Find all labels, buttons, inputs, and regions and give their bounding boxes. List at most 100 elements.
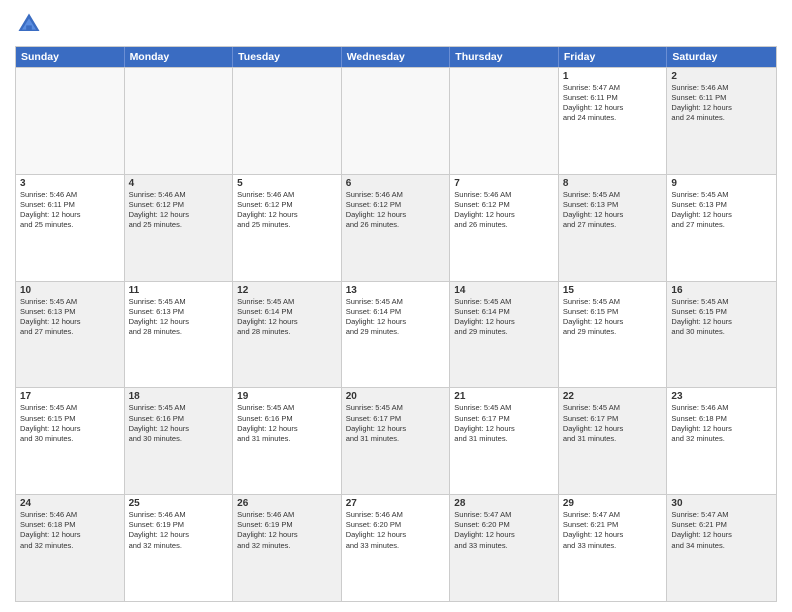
cell-info: Sunrise: 5:45 AM Sunset: 6:17 PM Dayligh… [563, 403, 663, 444]
header [15, 10, 777, 38]
cell-info: Sunrise: 5:46 AM Sunset: 6:18 PM Dayligh… [20, 510, 120, 551]
cell-info: Sunrise: 5:45 AM Sunset: 6:13 PM Dayligh… [20, 297, 120, 338]
day-number: 16 [671, 285, 772, 296]
calendar-header: SundayMondayTuesdayWednesdayThursdayFrid… [16, 47, 776, 67]
day-number: 19 [237, 391, 337, 402]
cell-info: Sunrise: 5:45 AM Sunset: 6:15 PM Dayligh… [563, 297, 663, 338]
day-number: 23 [671, 391, 772, 402]
calendar-row-3: 17Sunrise: 5:45 AM Sunset: 6:15 PM Dayli… [16, 387, 776, 494]
day-number: 28 [454, 498, 554, 509]
calendar-cell-4-3: 27Sunrise: 5:46 AM Sunset: 6:20 PM Dayli… [342, 495, 451, 601]
calendar-cell-1-4: 7Sunrise: 5:46 AM Sunset: 6:12 PM Daylig… [450, 175, 559, 281]
calendar-cell-1-1: 4Sunrise: 5:46 AM Sunset: 6:12 PM Daylig… [125, 175, 234, 281]
cell-info: Sunrise: 5:45 AM Sunset: 6:17 PM Dayligh… [454, 403, 554, 444]
calendar-cell-2-6: 16Sunrise: 5:45 AM Sunset: 6:15 PM Dayli… [667, 282, 776, 388]
header-day-thursday: Thursday [450, 47, 559, 67]
cell-info: Sunrise: 5:46 AM Sunset: 6:12 PM Dayligh… [129, 190, 229, 231]
calendar-cell-2-3: 13Sunrise: 5:45 AM Sunset: 6:14 PM Dayli… [342, 282, 451, 388]
cell-info: Sunrise: 5:45 AM Sunset: 6:16 PM Dayligh… [129, 403, 229, 444]
cell-info: Sunrise: 5:47 AM Sunset: 6:11 PM Dayligh… [563, 83, 663, 124]
cell-info: Sunrise: 5:46 AM Sunset: 6:12 PM Dayligh… [346, 190, 446, 231]
cell-info: Sunrise: 5:47 AM Sunset: 6:21 PM Dayligh… [563, 510, 663, 551]
cell-info: Sunrise: 5:46 AM Sunset: 6:11 PM Dayligh… [671, 83, 772, 124]
calendar-cell-2-0: 10Sunrise: 5:45 AM Sunset: 6:13 PM Dayli… [16, 282, 125, 388]
day-number: 8 [563, 178, 663, 189]
day-number: 3 [20, 178, 120, 189]
cell-info: Sunrise: 5:45 AM Sunset: 6:14 PM Dayligh… [454, 297, 554, 338]
calendar-cell-0-0 [16, 68, 125, 174]
day-number: 21 [454, 391, 554, 402]
cell-info: Sunrise: 5:45 AM Sunset: 6:16 PM Dayligh… [237, 403, 337, 444]
cell-info: Sunrise: 5:46 AM Sunset: 6:12 PM Dayligh… [237, 190, 337, 231]
calendar-cell-0-2 [233, 68, 342, 174]
cell-info: Sunrise: 5:46 AM Sunset: 6:12 PM Dayligh… [454, 190, 554, 231]
calendar-row-4: 24Sunrise: 5:46 AM Sunset: 6:18 PM Dayli… [16, 494, 776, 601]
day-number: 30 [671, 498, 772, 509]
day-number: 1 [563, 71, 663, 82]
calendar-cell-1-3: 6Sunrise: 5:46 AM Sunset: 6:12 PM Daylig… [342, 175, 451, 281]
cell-info: Sunrise: 5:46 AM Sunset: 6:18 PM Dayligh… [671, 403, 772, 444]
calendar-cell-3-0: 17Sunrise: 5:45 AM Sunset: 6:15 PM Dayli… [16, 388, 125, 494]
calendar-cell-0-4 [450, 68, 559, 174]
cell-info: Sunrise: 5:45 AM Sunset: 6:14 PM Dayligh… [346, 297, 446, 338]
calendar-cell-0-3 [342, 68, 451, 174]
cell-info: Sunrise: 5:45 AM Sunset: 6:17 PM Dayligh… [346, 403, 446, 444]
day-number: 17 [20, 391, 120, 402]
calendar-cell-1-6: 9Sunrise: 5:45 AM Sunset: 6:13 PM Daylig… [667, 175, 776, 281]
day-number: 27 [346, 498, 446, 509]
calendar-cell-1-0: 3Sunrise: 5:46 AM Sunset: 6:11 PM Daylig… [16, 175, 125, 281]
header-day-tuesday: Tuesday [233, 47, 342, 67]
day-number: 4 [129, 178, 229, 189]
calendar-cell-4-0: 24Sunrise: 5:46 AM Sunset: 6:18 PM Dayli… [16, 495, 125, 601]
header-day-sunday: Sunday [16, 47, 125, 67]
calendar-row-1: 3Sunrise: 5:46 AM Sunset: 6:11 PM Daylig… [16, 174, 776, 281]
cell-info: Sunrise: 5:46 AM Sunset: 6:20 PM Dayligh… [346, 510, 446, 551]
calendar: SundayMondayTuesdayWednesdayThursdayFrid… [15, 46, 777, 602]
cell-info: Sunrise: 5:45 AM Sunset: 6:14 PM Dayligh… [237, 297, 337, 338]
header-day-friday: Friday [559, 47, 668, 67]
day-number: 22 [563, 391, 663, 402]
day-number: 10 [20, 285, 120, 296]
calendar-cell-2-1: 11Sunrise: 5:45 AM Sunset: 6:13 PM Dayli… [125, 282, 234, 388]
calendar-cell-4-1: 25Sunrise: 5:46 AM Sunset: 6:19 PM Dayli… [125, 495, 234, 601]
calendar-cell-1-2: 5Sunrise: 5:46 AM Sunset: 6:12 PM Daylig… [233, 175, 342, 281]
calendar-cell-3-1: 18Sunrise: 5:45 AM Sunset: 6:16 PM Dayli… [125, 388, 234, 494]
day-number: 6 [346, 178, 446, 189]
cell-info: Sunrise: 5:46 AM Sunset: 6:11 PM Dayligh… [20, 190, 120, 231]
cell-info: Sunrise: 5:46 AM Sunset: 6:19 PM Dayligh… [237, 510, 337, 551]
day-number: 18 [129, 391, 229, 402]
calendar-cell-3-5: 22Sunrise: 5:45 AM Sunset: 6:17 PM Dayli… [559, 388, 668, 494]
calendar-cell-3-4: 21Sunrise: 5:45 AM Sunset: 6:17 PM Dayli… [450, 388, 559, 494]
day-number: 5 [237, 178, 337, 189]
calendar-cell-1-5: 8Sunrise: 5:45 AM Sunset: 6:13 PM Daylig… [559, 175, 668, 281]
day-number: 29 [563, 498, 663, 509]
day-number: 15 [563, 285, 663, 296]
cell-info: Sunrise: 5:47 AM Sunset: 6:21 PM Dayligh… [671, 510, 772, 551]
calendar-body: 1Sunrise: 5:47 AM Sunset: 6:11 PM Daylig… [16, 67, 776, 601]
day-number: 13 [346, 285, 446, 296]
cell-info: Sunrise: 5:47 AM Sunset: 6:20 PM Dayligh… [454, 510, 554, 551]
calendar-cell-2-5: 15Sunrise: 5:45 AM Sunset: 6:15 PM Dayli… [559, 282, 668, 388]
day-number: 24 [20, 498, 120, 509]
day-number: 11 [129, 285, 229, 296]
calendar-row-0: 1Sunrise: 5:47 AM Sunset: 6:11 PM Daylig… [16, 67, 776, 174]
calendar-cell-2-4: 14Sunrise: 5:45 AM Sunset: 6:14 PM Dayli… [450, 282, 559, 388]
cell-info: Sunrise: 5:45 AM Sunset: 6:13 PM Dayligh… [563, 190, 663, 231]
header-day-saturday: Saturday [667, 47, 776, 67]
day-number: 2 [671, 71, 772, 82]
header-day-monday: Monday [125, 47, 234, 67]
day-number: 20 [346, 391, 446, 402]
day-number: 14 [454, 285, 554, 296]
cell-info: Sunrise: 5:45 AM Sunset: 6:13 PM Dayligh… [671, 190, 772, 231]
day-number: 26 [237, 498, 337, 509]
calendar-cell-4-4: 28Sunrise: 5:47 AM Sunset: 6:20 PM Dayli… [450, 495, 559, 601]
page: SundayMondayTuesdayWednesdayThursdayFrid… [0, 0, 792, 612]
calendar-cell-2-2: 12Sunrise: 5:45 AM Sunset: 6:14 PM Dayli… [233, 282, 342, 388]
cell-info: Sunrise: 5:45 AM Sunset: 6:15 PM Dayligh… [20, 403, 120, 444]
cell-info: Sunrise: 5:45 AM Sunset: 6:15 PM Dayligh… [671, 297, 772, 338]
cell-info: Sunrise: 5:46 AM Sunset: 6:19 PM Dayligh… [129, 510, 229, 551]
calendar-cell-4-2: 26Sunrise: 5:46 AM Sunset: 6:19 PM Dayli… [233, 495, 342, 601]
calendar-cell-3-6: 23Sunrise: 5:46 AM Sunset: 6:18 PM Dayli… [667, 388, 776, 494]
logo-icon [15, 10, 43, 38]
calendar-cell-3-2: 19Sunrise: 5:45 AM Sunset: 6:16 PM Dayli… [233, 388, 342, 494]
